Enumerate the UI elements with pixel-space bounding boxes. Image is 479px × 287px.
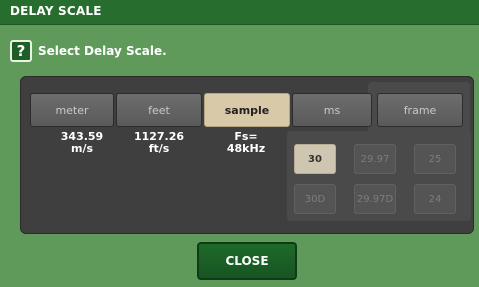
prompt-text: Select Delay Scale.	[38, 44, 167, 58]
unit-label-meter: meter	[55, 103, 89, 117]
unit-button-sample[interactable]: sample	[204, 93, 290, 127]
unit-button-frame[interactable]: frame	[377, 93, 463, 127]
frame-rate-24-label: 24	[428, 193, 442, 205]
close-button[interactable]: CLOSE	[197, 242, 297, 280]
unit-button-feet[interactable]: feet	[116, 93, 202, 127]
frame-rate-30-label: 30	[308, 153, 322, 165]
frame-rate-29-97-button[interactable]: 29.97	[354, 144, 396, 174]
feet-value: 1127.26 ft/s	[133, 130, 185, 155]
title-bar: DELAY SCALE	[0, 0, 479, 25]
frame-rate-25-label: 25	[428, 153, 442, 165]
frame-rate-30-button[interactable]: 30	[294, 144, 336, 174]
unit-label-frame: frame	[403, 103, 437, 117]
meter-value: 343.59 m/s	[60, 130, 104, 155]
unit-label-sample: sample	[224, 103, 270, 117]
unit-button-meter[interactable]: meter	[30, 93, 114, 127]
unit-label-feet: feet	[148, 103, 170, 117]
sample-value: Fs= 48kHz	[226, 130, 266, 155]
frame-rate-30d-label: 30D	[304, 193, 326, 205]
question-mark-icon: ?	[10, 40, 32, 62]
frame-rate-24-button[interactable]: 24	[414, 184, 456, 214]
unit-label-ms: ms	[323, 103, 341, 117]
frame-rate-29-97-label: 29.97	[360, 153, 390, 165]
frame-rate-29-97d-button[interactable]: 29.97D	[354, 184, 396, 214]
close-button-label: CLOSE	[225, 254, 269, 268]
frame-rate-25-button[interactable]: 25	[414, 144, 456, 174]
unit-button-ms[interactable]: ms	[292, 93, 372, 127]
frame-rate-29-97d-label: 29.97D	[356, 193, 394, 205]
frame-rate-30d-button[interactable]: 30D	[294, 184, 336, 214]
window-title: DELAY SCALE	[10, 4, 102, 18]
